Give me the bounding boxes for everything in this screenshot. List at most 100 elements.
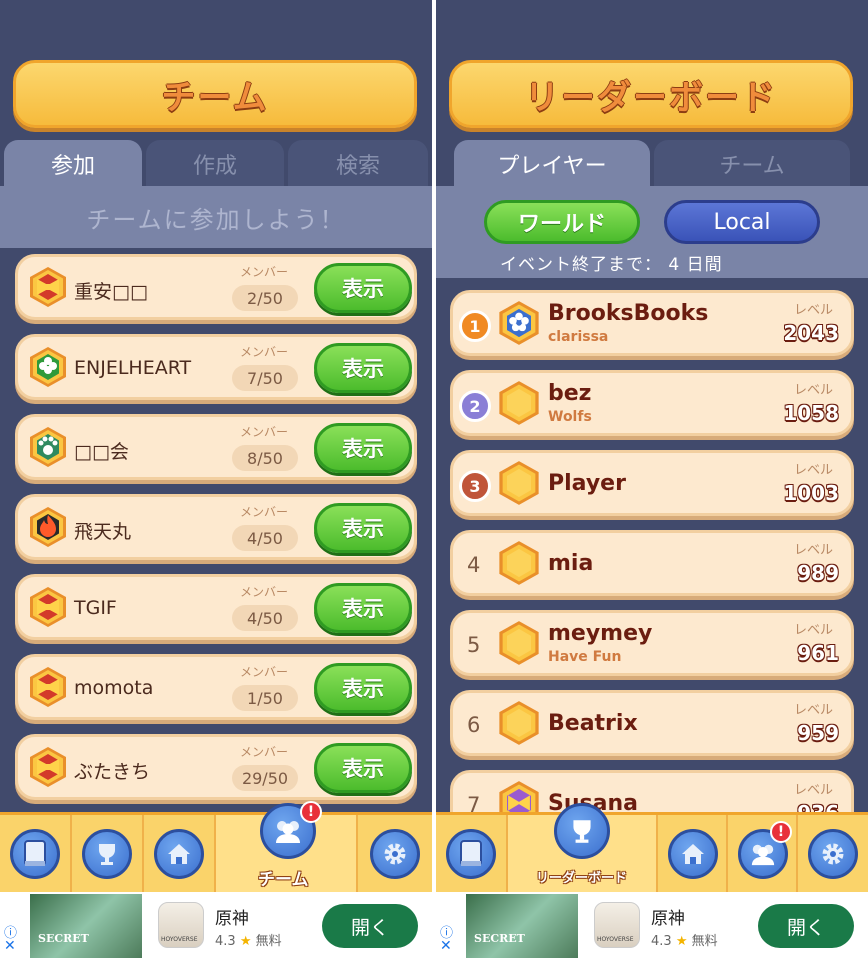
ad-price: 無料	[255, 934, 282, 949]
nav-cell-leaderboard-active[interactable]: リーダーボード	[508, 803, 658, 892]
member-count: 8/50	[232, 445, 298, 471]
level-label: レベル	[793, 703, 833, 718]
bottom-nav: ! チーム	[0, 801, 432, 892]
level-value: 2043	[783, 321, 839, 345]
player-row[interactable]: 4 mia レベル 989	[450, 530, 854, 596]
page-title: リーダーボード	[525, 77, 777, 118]
player-avatar-hex-icon	[497, 619, 541, 667]
ad-close-icon[interactable]: ✕	[440, 938, 452, 954]
player-row[interactable]: 2 bez Wolfs レベル 1058	[450, 370, 854, 436]
ad-app-icon[interactable]: HOYOVERSE	[158, 902, 204, 948]
level-label: レベル	[793, 463, 833, 478]
player-avatar-hex-icon	[497, 379, 541, 427]
book-icon[interactable]	[446, 829, 496, 879]
player-row[interactable]: 3 Player レベル 1003	[450, 450, 854, 516]
player-avatar-hex-icon	[497, 699, 541, 747]
tab-players[interactable]: プレイヤー	[454, 140, 650, 188]
player-row[interactable]: 6 Beatrix レベル 959	[450, 690, 854, 756]
nav-cell-home[interactable]	[658, 815, 728, 892]
rank-number: 4	[467, 553, 481, 577]
rank-medal: 3	[459, 470, 491, 502]
rank-medal: 2	[459, 390, 491, 422]
team-emblem-bow-icon	[28, 665, 68, 709]
home-icon[interactable]	[668, 829, 718, 879]
team-row[interactable]: ENJELHEART メンバー 7/50 表示	[15, 334, 417, 400]
nav-cell-team[interactable]: !	[728, 815, 798, 892]
ad-icon-text: HOYOVERSE	[161, 936, 198, 943]
team-row[interactable]: 重安□□ メンバー 2/50 表示	[15, 254, 417, 320]
view-team-button[interactable]: 表示	[314, 503, 412, 553]
book-icon[interactable]	[10, 829, 60, 879]
tab-join[interactable]: 参加	[4, 140, 142, 188]
view-team-button[interactable]: 表示	[314, 583, 412, 633]
ad-banner[interactable]: ⓘ ✕ SECRET HOYOVERSE 原神 4.3 ★ 無料 開く	[436, 892, 868, 960]
level-label: レベル	[793, 383, 833, 398]
nav-cell-book[interactable]	[436, 815, 508, 892]
team-name: 重安□□	[74, 281, 148, 303]
team-row[interactable]: □□会 メンバー 8/50 表示	[15, 414, 417, 480]
ad-thumbnail[interactable]: SECRET	[466, 894, 578, 958]
gear-icon[interactable]	[370, 829, 420, 879]
ad-thumb-text: SECRET	[474, 932, 525, 945]
member-label: メンバー	[240, 425, 289, 439]
team-row[interactable]: TGIF メンバー 4/50 表示	[15, 574, 417, 640]
team-emblem-paw-icon	[28, 425, 68, 469]
team-row[interactable]: momota メンバー 1/50 表示	[15, 654, 417, 720]
level-value: 1058	[783, 401, 839, 425]
notification-badge: !	[300, 801, 322, 823]
team-name: ENJELHEART	[74, 357, 192, 379]
team-emblem-flame-icon	[28, 505, 68, 549]
nav-cell-settings[interactable]	[358, 815, 432, 892]
level-value: 1003	[783, 481, 839, 505]
player-row[interactable]: 1 BrooksBooks clarissa レベル 2043	[450, 290, 854, 356]
ad-app-name: 原神	[651, 909, 685, 929]
team-name: momota	[74, 677, 154, 699]
ad-app-icon[interactable]: HOYOVERSE	[594, 902, 640, 948]
member-label: メンバー	[240, 345, 289, 359]
view-team-button[interactable]: 表示	[314, 423, 412, 473]
team-row[interactable]: ぶたきち メンバー 29/50 表示	[15, 734, 417, 800]
notification-badge: !	[770, 821, 792, 843]
ad-open-button[interactable]: 開く	[758, 904, 854, 948]
nav-label-leaderboard: リーダーボード	[536, 871, 628, 886]
player-row[interactable]: 5 meymey Have Fun レベル 961	[450, 610, 854, 676]
player-name: BrooksBooks	[548, 301, 709, 326]
team-screen: チーム 参加 作成 検索 チームに参加しよう！ 重安□□ メンバー 2/50 表示 EN…	[0, 0, 432, 960]
nav-cell-home[interactable]	[144, 815, 216, 892]
bottom-nav: リーダーボード !	[436, 803, 868, 892]
view-team-button[interactable]: 表示	[314, 743, 412, 793]
team-row[interactable]: 飛天丸 メンバー 4/50 表示	[15, 494, 417, 560]
team-name: TGIF	[74, 597, 117, 619]
view-team-button[interactable]: 表示	[314, 343, 412, 393]
nav-cell-trophy[interactable]	[72, 815, 144, 892]
member-label: メンバー	[240, 745, 289, 759]
home-icon[interactable]	[154, 829, 204, 879]
player-team: Wolfs	[548, 409, 592, 425]
ad-thumbnail[interactable]: SECRET	[30, 894, 142, 958]
tab-create[interactable]: 作成	[146, 140, 284, 188]
local-filter-button[interactable]: Local	[664, 200, 820, 244]
view-team-button[interactable]: 表示	[314, 663, 412, 713]
tab-teams[interactable]: チーム	[654, 140, 850, 188]
ad-banner[interactable]: ⓘ ✕ SECRET HOYOVERSE 原神 4.3 ★ 無料 開く	[0, 892, 432, 960]
level-label: レベル	[793, 623, 833, 638]
tab-search[interactable]: 検索	[288, 140, 428, 188]
player-name: meymey	[548, 621, 653, 646]
trophy-icon[interactable]	[554, 803, 610, 859]
ad-open-button[interactable]: 開く	[322, 904, 418, 948]
nav-cell-team-active[interactable]: ! チーム	[216, 801, 358, 892]
player-avatar-hex-icon	[497, 459, 541, 507]
team-emblem-clover-icon	[28, 345, 68, 389]
nav-cell-settings[interactable]	[798, 815, 868, 892]
member-count: 2/50	[232, 285, 298, 311]
leaderboard-tabs: プレイヤー チーム	[436, 140, 868, 188]
trophy-icon[interactable]	[82, 829, 132, 879]
ad-close-icon[interactable]: ✕	[4, 938, 16, 954]
region-filter-bar: ワールド Local イベント終了まで： 4 日間	[436, 186, 868, 278]
gear-icon[interactable]	[808, 829, 858, 879]
level-label: レベル	[793, 543, 833, 558]
world-filter-button[interactable]: ワールド	[484, 200, 640, 244]
rank-number: 5	[467, 633, 481, 657]
view-team-button[interactable]: 表示	[314, 263, 412, 313]
nav-cell-book[interactable]	[0, 815, 72, 892]
